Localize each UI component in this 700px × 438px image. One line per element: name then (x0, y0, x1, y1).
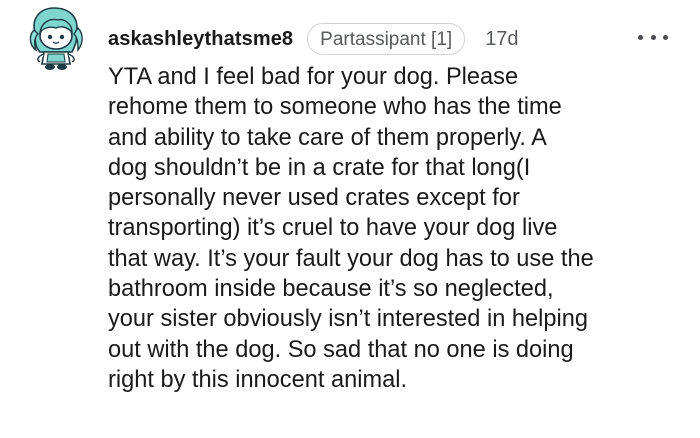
comment-line: rehome them to someone who has the time (108, 94, 562, 121)
snoo-avatar-icon (29, 7, 83, 70)
comment-timestamp: 17d (485, 27, 519, 50)
dot (650, 34, 656, 40)
user-avatar[interactable] (28, 4, 84, 76)
comment-header: askashleythatsme8 Partassipant [1] 17d (108, 22, 519, 56)
more-options-icon[interactable] (638, 28, 668, 46)
comment-body: YTA and I feel bad for your dog. Please … (108, 62, 693, 395)
comment-line: transporting) it’s cruel to have your do… (108, 215, 558, 242)
comment-line: your sister obviously isn’t interested i… (108, 306, 588, 333)
comment-line: that way. It’s your fault your dog has t… (108, 245, 594, 272)
comment-line: personally never used crates except for (108, 185, 520, 212)
comment-line: right by this innocent animal. (108, 366, 408, 393)
dot (638, 34, 643, 40)
dot (663, 34, 668, 40)
username-link[interactable]: askashleythatsme8 (108, 28, 293, 51)
comment-line: and ability to take care of them properl… (108, 124, 547, 151)
comment: askashleythatsme8 Partassipant [1] 17d Y… (0, 0, 700, 438)
comment-line: bathroom inside because it’s so neglecte… (108, 276, 554, 303)
comment-line: out with the dog. So sad that no one is … (108, 336, 574, 363)
comment-line: dog shouldn’t be in a crate for that lon… (108, 154, 531, 181)
user-flair-badge: Partassipant [1] (307, 23, 466, 55)
comment-line: YTA and I feel bad for your dog. Please (108, 64, 519, 90)
